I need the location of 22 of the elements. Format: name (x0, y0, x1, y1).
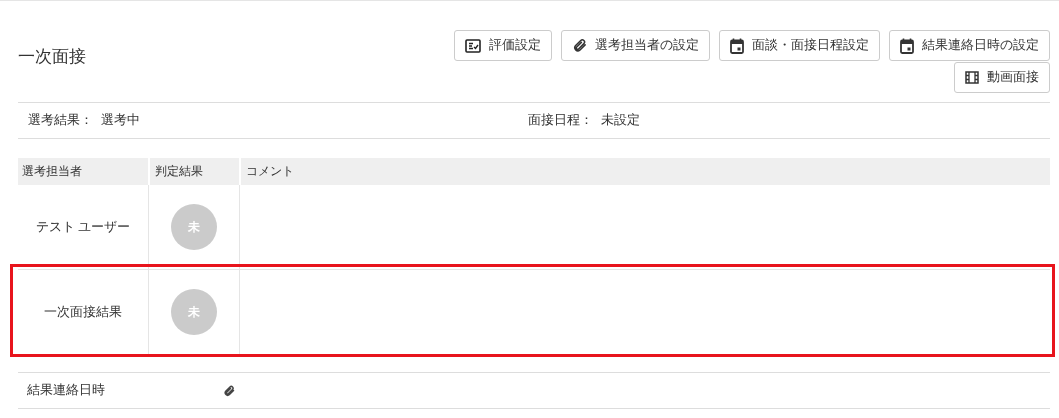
toolbar-button[interactable]: 結果連絡日時の設定 (889, 30, 1050, 61)
paperclip-icon (572, 38, 587, 53)
table-cell-text: テスト ユーザー (35, 218, 131, 236)
checklist-icon (465, 38, 481, 53)
info-value: 選考中 (101, 112, 140, 130)
info-label: 面接日程： (528, 112, 593, 130)
calendar-icon (730, 37, 744, 54)
field-label: 結果連絡日時 (26, 382, 106, 400)
info-value: 未設定 (601, 112, 640, 130)
column-header: 選考担当者 (21, 163, 83, 179)
section-title: 一次面接 (18, 46, 86, 68)
column-header: コメント (239, 158, 1050, 185)
paperclip-icon[interactable] (223, 384, 235, 397)
toolbar-button[interactable]: 評価設定 (454, 30, 552, 61)
film-icon (965, 71, 979, 84)
table-cell-text: 一次面接結果 (44, 303, 122, 321)
info-label: 選考結果： (28, 112, 93, 130)
column-header: 判定結果 (148, 158, 239, 185)
toolbar-button[interactable]: 面談・面接日程設定 (719, 30, 880, 61)
toolbar-button[interactable]: 選考担当者の設定 (561, 30, 710, 61)
calendar-icon (900, 37, 914, 54)
toolbar-button[interactable]: 動画面接 (954, 62, 1050, 93)
